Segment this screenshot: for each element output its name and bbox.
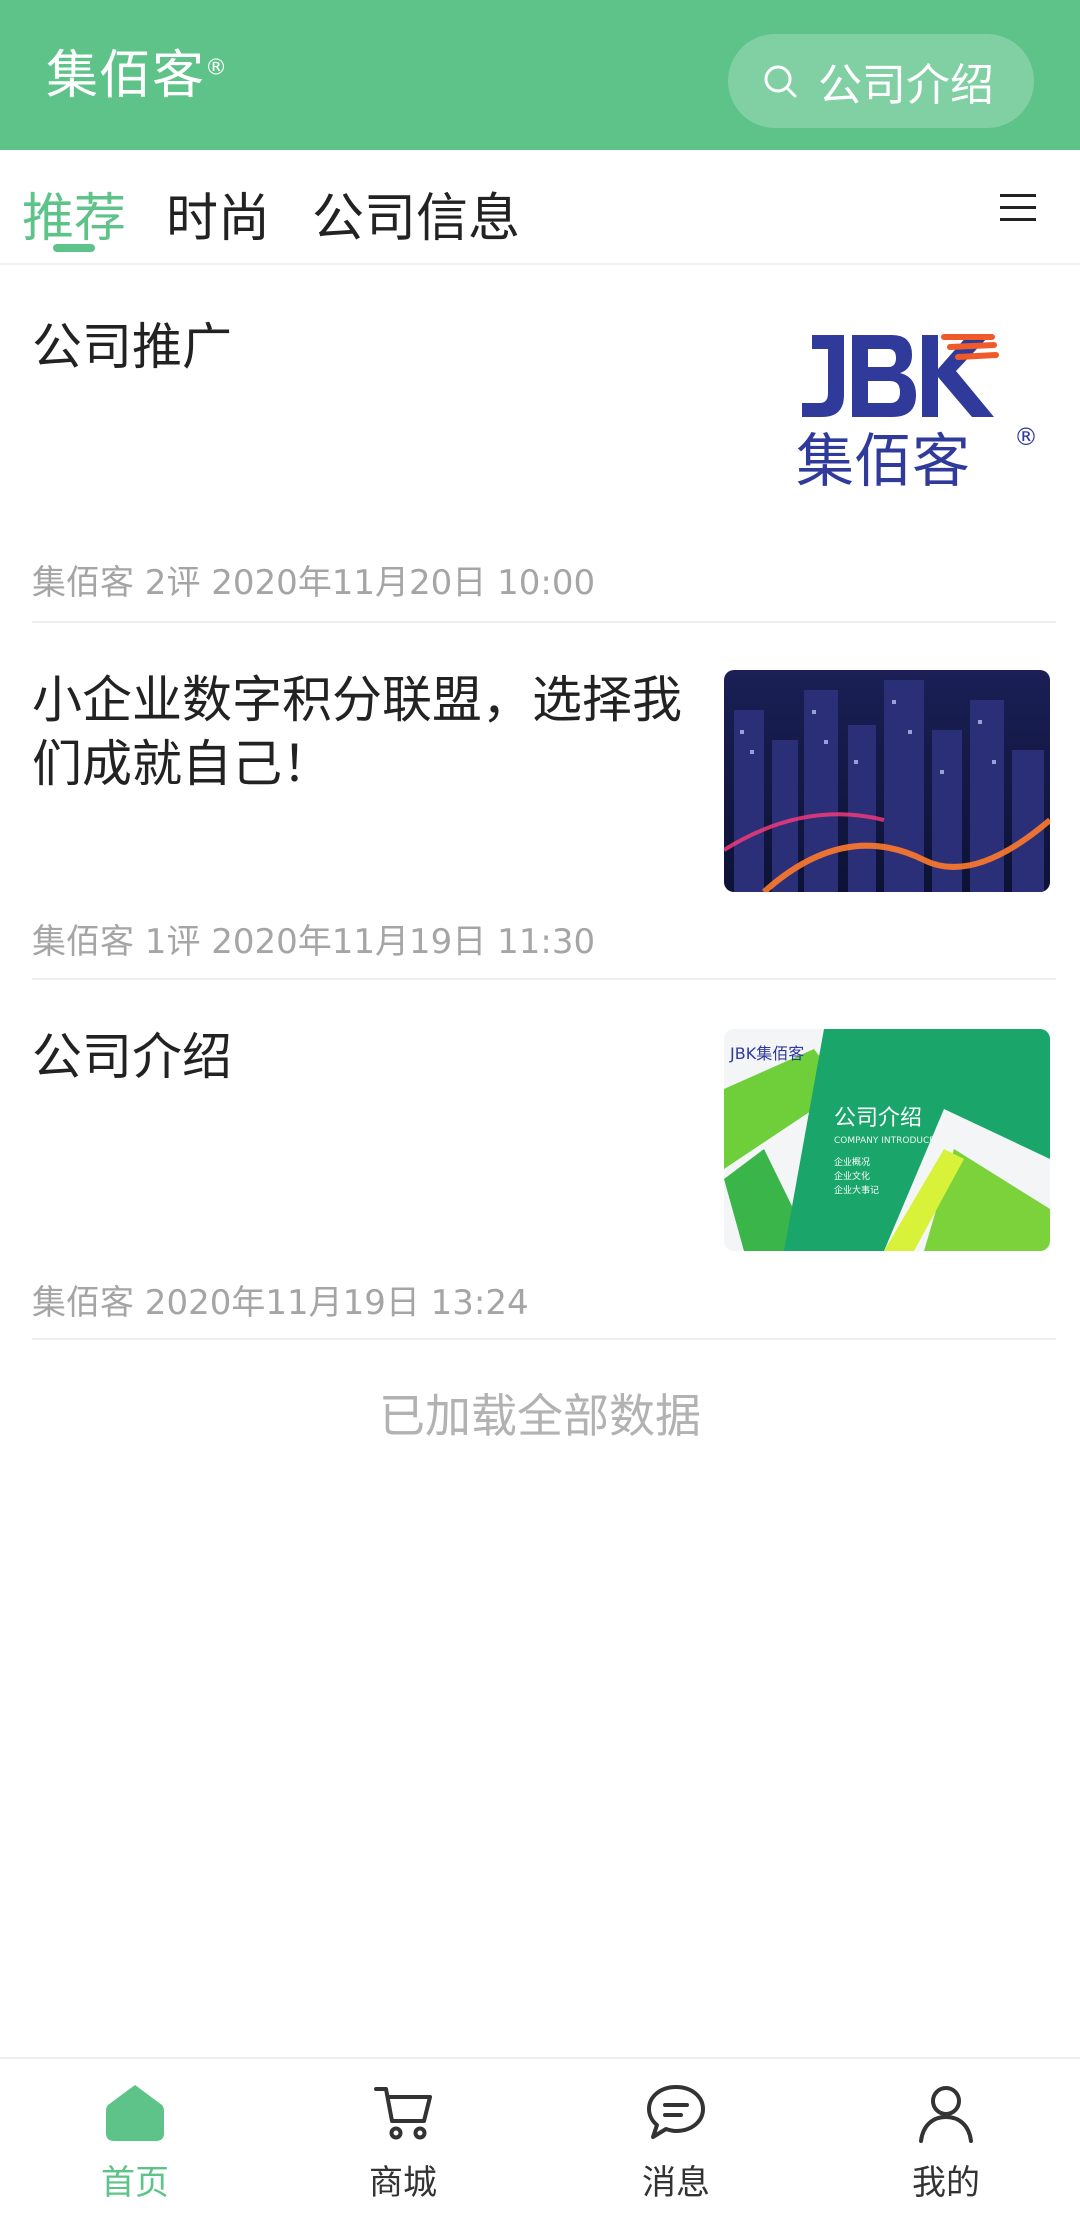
category-tabs: 推荐 时尚 公司信息 [0,150,1080,265]
tab-recommend[interactable]: 推荐 [22,176,126,251]
home-icon [106,2085,164,2141]
tab-company-info[interactable]: 公司信息 [312,176,520,251]
user-icon [919,2086,973,2143]
brand-logo: 集佰客® [46,50,228,102]
article-item[interactable]: 小企业数字积分联盟，选择我们成就自己！ 集佰客 1评 2020年11月19日 1… [32,668,1056,980]
article-meta: 集佰客 2020年11月19日 13:24 [32,1283,529,1323]
nav-mall-label: 商城 [369,2163,437,2203]
search-button[interactable]: 公司介绍 [728,34,1034,128]
search-label: 公司介绍 [818,60,994,111]
article-title: 小企业数字积分联盟，选择我们成就自己！ [32,671,682,793]
cart-icon [374,2087,432,2140]
jbk-logo-image: 集佰客 ® [796,334,1038,495]
brand-name: 集佰客 [46,46,206,106]
menu-icon[interactable] [998,188,1038,228]
article-title: 公司介绍 [32,1028,232,1086]
card-line: 企业文化 [834,1170,870,1182]
city-night-image [724,670,1050,892]
nav-home[interactable]: 首页 [35,2081,235,2204]
nav-messages-label: 消息 [642,2163,710,2203]
nav-home-label: 首页 [101,2163,169,2203]
nav-profile-label: 我的 [912,2163,980,2203]
article-thumbnail: 集佰客 ® [732,315,1058,525]
search-icon [764,65,797,98]
tab-active-indicator [53,244,95,252]
article-meta: 集佰客 1评 2020年11月19日 11:30 [32,922,596,962]
article-item[interactable]: 公司介绍 集佰客 2020年11月19日 13:24 JBK集佰客 公司介绍 C… [32,1025,1056,1340]
card-line: 企业大事记 [834,1184,879,1196]
company-intro-image: JBK集佰客 公司介绍 COMPANY INTRODUCE 企业概况 企业文化 … [724,1029,1050,1251]
card-brand: JBK集佰客 [729,1044,804,1063]
card-subtitle: COMPANY INTRODUCE [834,1136,935,1146]
article-thumbnail: JBK集佰客 公司介绍 COMPANY INTRODUCE 企业概况 企业文化 … [724,1029,1050,1251]
app-header: 集佰客® 公司介绍 [0,0,1080,150]
card-line: 企业概况 [834,1156,870,1168]
registered-mark: ® [205,55,229,81]
nav-mall[interactable]: 商城 [303,2081,503,2204]
card-title: 公司介绍 [834,1106,922,1131]
nav-profile[interactable]: 我的 [846,2081,1046,2204]
article-item[interactable]: 公司推广 集佰客 2评 2020年11月20日 10:00 集佰客 ® [32,315,1058,623]
logo-text: 集佰客 [796,427,970,495]
tab-fashion[interactable]: 时尚 [166,176,270,251]
article-title: 公司推广 [32,318,232,376]
message-icon [647,2085,705,2139]
article-thumbnail [724,670,1050,892]
bottom-navigation: 首页 商城 消息 我的 [0,2057,1080,2220]
article-meta: 集佰客 2评 2020年11月20日 10:00 [32,563,596,603]
nav-messages[interactable]: 消息 [576,2081,776,2204]
svg-text:®: ® [1014,423,1038,451]
end-of-list-text: 已加载全部数据 [379,1389,701,1443]
